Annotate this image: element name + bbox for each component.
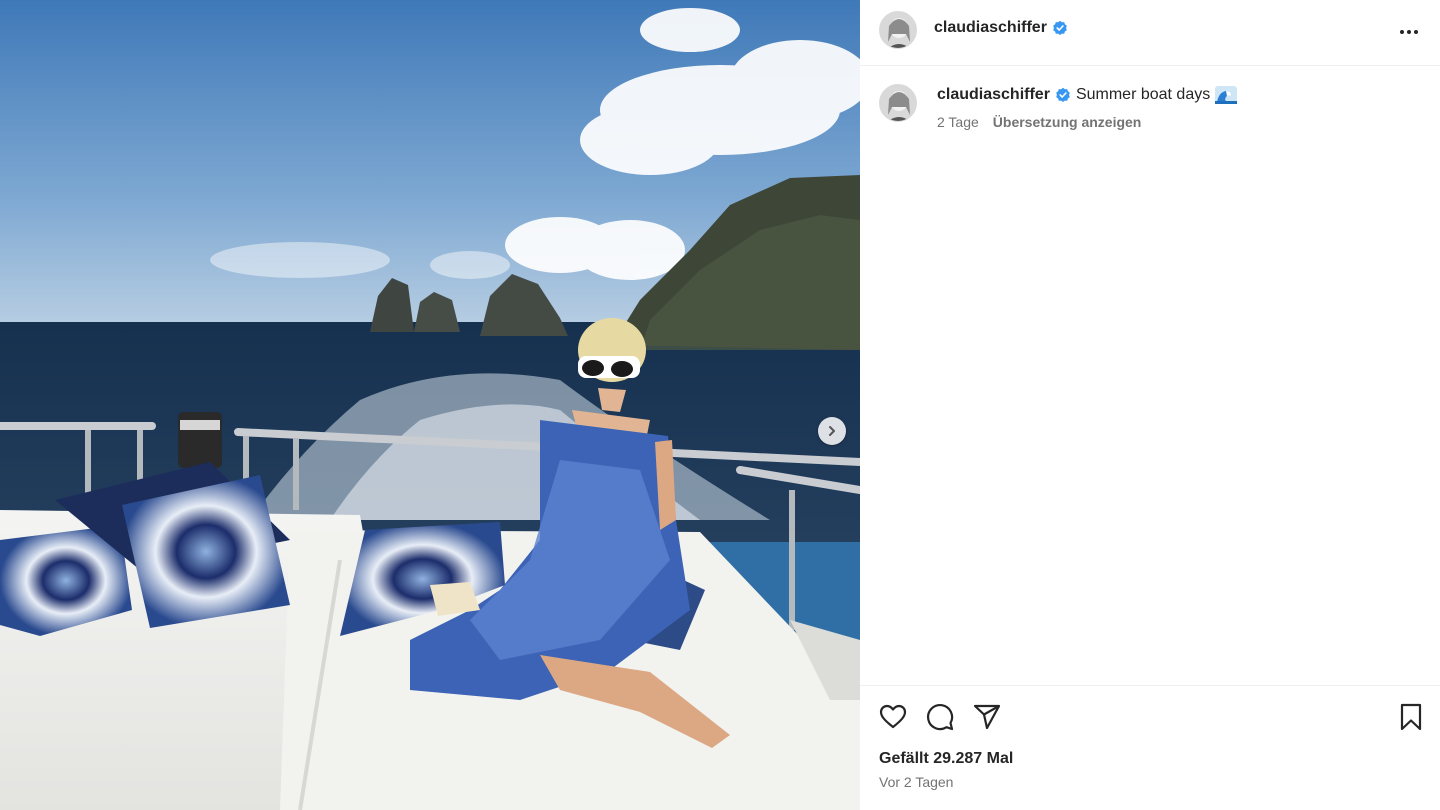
avatar-photo <box>880 85 916 121</box>
wave-emoji-icon <box>1215 86 1238 104</box>
post-details-panel: claudiaschiffer claudiaschiffer Summer b… <box>860 0 1440 810</box>
verified-badge-icon <box>1056 87 1070 102</box>
post-header: claudiaschiffer <box>860 0 1440 66</box>
paper-plane-icon[interactable] <box>972 702 1002 732</box>
heart-icon[interactable] <box>878 702 908 732</box>
more-options-button[interactable] <box>1394 20 1424 44</box>
post-timestamp: Vor 2 Tagen <box>879 774 954 790</box>
translate-link[interactable]: Übersetzung anzeigen <box>993 114 1142 130</box>
username-link[interactable]: claudiaschiffer <box>934 19 1047 37</box>
caption-text: Summer boat days <box>1075 86 1211 103</box>
caption-line: claudiaschiffer Summer boat days <box>937 86 1417 104</box>
action-bar: Gefällt 29.287 Mal Vor 2 Tagen <box>860 685 1440 810</box>
carousel-next-button[interactable] <box>818 417 846 445</box>
photo-illustration <box>0 0 860 810</box>
chevron-right-icon <box>829 426 835 436</box>
comment-icon[interactable] <box>925 702 955 732</box>
caption-meta: 2 Tage Übersetzung anzeigen <box>937 114 1141 130</box>
header-username[interactable]: claudiaschiffer <box>934 19 1068 37</box>
avatar[interactable] <box>879 84 917 122</box>
verified-badge-icon <box>1053 20 1067 35</box>
bookmark-icon[interactable] <box>1396 702 1426 732</box>
avatar-photo <box>880 12 916 48</box>
more-horizontal-icon <box>1400 30 1404 34</box>
post-age: 2 Tage <box>937 114 979 130</box>
post-photo[interactable] <box>0 0 860 810</box>
avatar[interactable] <box>879 11 917 49</box>
likes-count[interactable]: Gefällt 29.287 Mal <box>879 750 1013 768</box>
caption-username[interactable]: claudiaschiffer <box>937 86 1050 104</box>
more-horizontal-icon <box>1407 30 1411 34</box>
more-horizontal-icon <box>1414 30 1418 34</box>
